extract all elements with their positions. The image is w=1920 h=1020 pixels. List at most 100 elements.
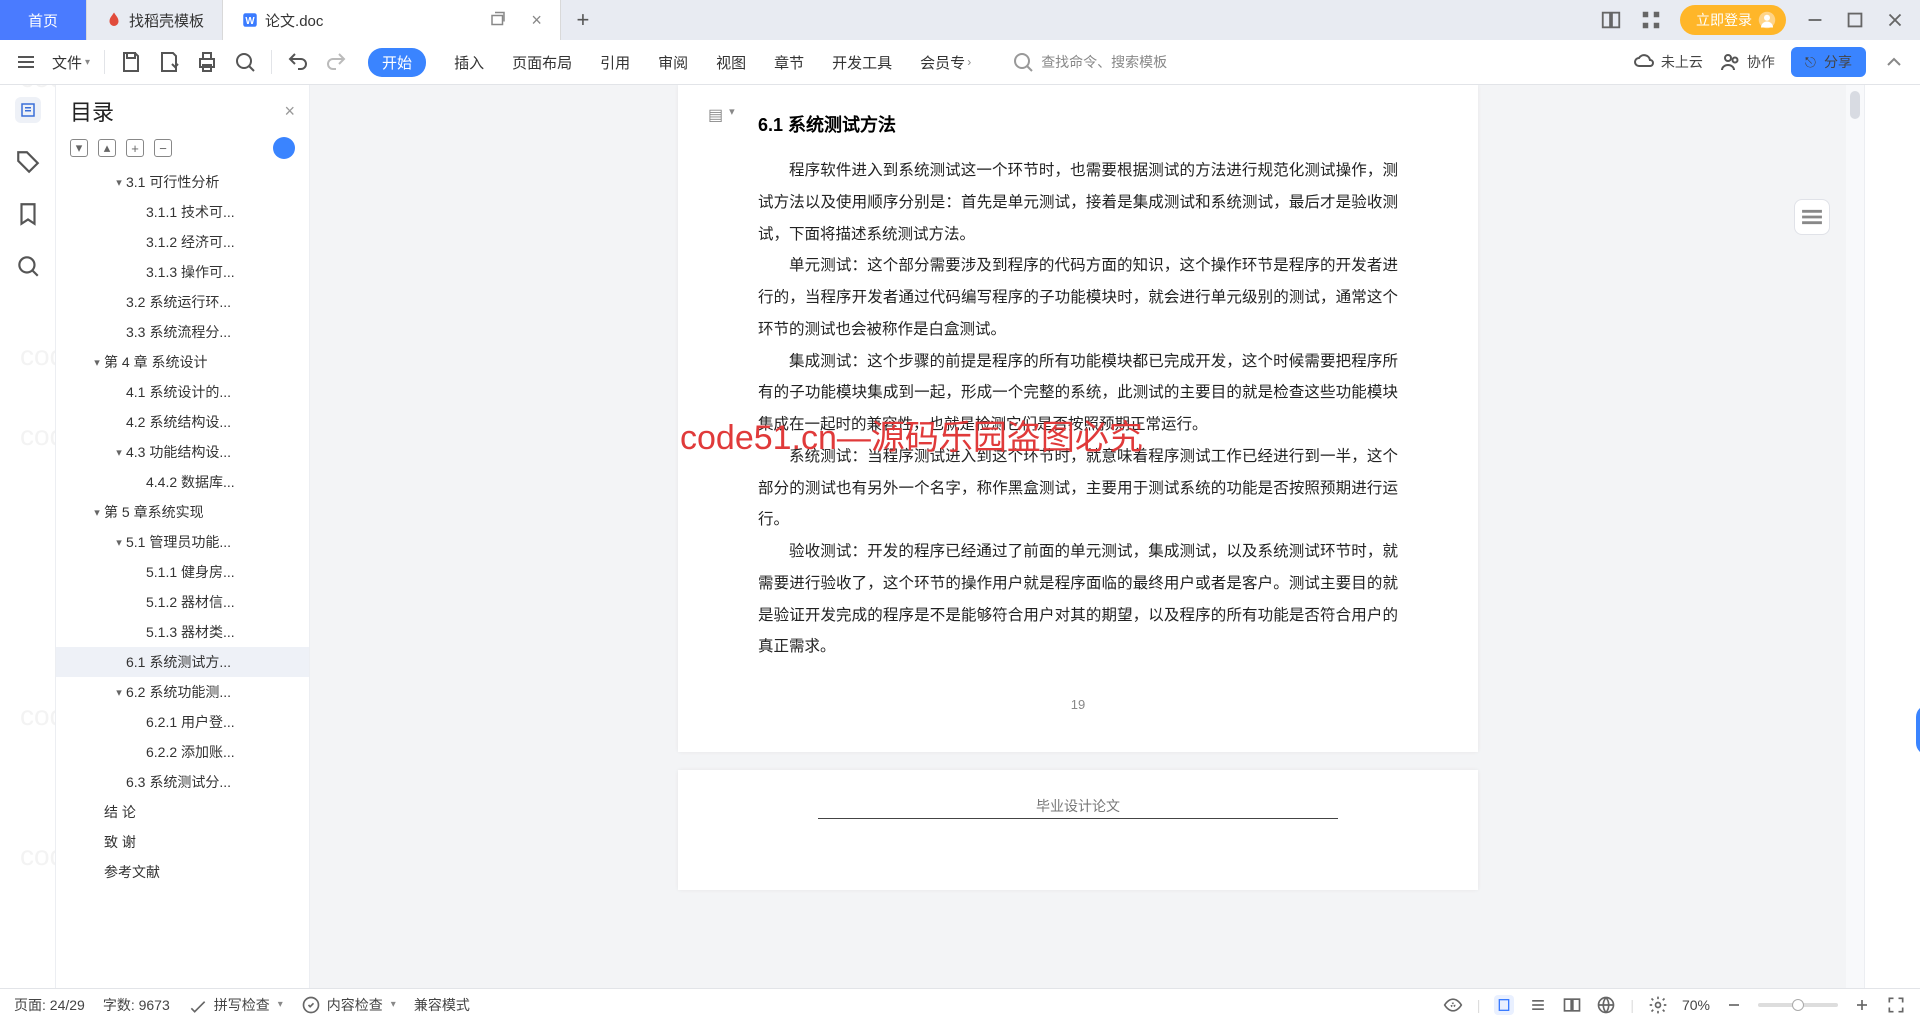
search-icon	[1011, 50, 1035, 74]
menu-devtools[interactable]: 开发工具	[832, 52, 892, 73]
coop-button[interactable]: 协作	[1719, 50, 1775, 74]
rail-search-icon[interactable]	[15, 253, 41, 279]
toc-item[interactable]: ▾第 5 章系统实现	[56, 497, 309, 527]
toc-item[interactable]: 结 论	[56, 797, 309, 827]
status-spellcheck[interactable]: 拼写检查▾	[188, 995, 283, 1015]
tab-template[interactable]: 找稻壳模板	[87, 0, 223, 40]
side-handle[interactable]	[1916, 705, 1920, 755]
eye-icon[interactable]	[1443, 995, 1463, 1015]
toc-item[interactable]: 3.1.2 经济可...	[56, 227, 309, 257]
cloud-status[interactable]: 未上云	[1633, 50, 1703, 74]
view-web-icon[interactable]	[1596, 995, 1616, 1015]
menu-member[interactable]: 会员专›	[920, 52, 971, 73]
remove-item-icon[interactable]: −	[154, 139, 172, 157]
menu-chapter[interactable]: 章节	[774, 52, 804, 73]
toc-item[interactable]: 参考文献	[56, 857, 309, 887]
tab-document[interactable]: W 论文.doc ×	[223, 0, 561, 40]
fullscreen-icon[interactable]	[1886, 995, 1906, 1015]
toc-list[interactable]: ▾3.1 可行性分析 3.1.1 技术可... 3.1.2 经济可... 3.1…	[56, 167, 309, 988]
redo-icon[interactable]	[324, 50, 348, 74]
rail-tag-icon[interactable]	[15, 149, 41, 175]
undo-icon[interactable]	[286, 50, 310, 74]
apps-icon[interactable]	[1640, 9, 1662, 31]
close-icon[interactable]: ×	[531, 10, 542, 31]
menu-reference[interactable]: 引用	[600, 52, 630, 73]
view-read-icon[interactable]	[1562, 995, 1582, 1015]
tab-home[interactable]: 首页	[0, 0, 87, 40]
toc-item-label: 3.3 系统流程分...	[126, 322, 231, 342]
layout-icon[interactable]	[1600, 9, 1622, 31]
menu-start[interactable]: 开始	[368, 48, 426, 77]
settings-gear-icon[interactable]	[1648, 995, 1668, 1015]
save-as-icon[interactable]	[157, 50, 181, 74]
toc-item[interactable]: 4.2 系统结构设...	[56, 407, 309, 437]
toc-item[interactable]: ▾6.2 系统功能测...	[56, 677, 309, 707]
sidebar-close-icon[interactable]: ×	[284, 101, 295, 122]
toc-item[interactable]: 3.3 系统流程分...	[56, 317, 309, 347]
toc-item[interactable]: 3.2 系统运行环...	[56, 287, 309, 317]
status-words[interactable]: 字数: 9673	[103, 995, 170, 1015]
doc-heading: 6.1 系统测试方法	[758, 111, 1398, 137]
ai-assist-icon[interactable]	[273, 137, 295, 159]
zoom-in-icon[interactable]	[1852, 995, 1872, 1015]
tab-add[interactable]: +	[561, 0, 605, 40]
collapse-all-icon[interactable]: ▾	[70, 139, 88, 157]
window-maximize-icon[interactable]	[1844, 9, 1866, 31]
toc-item[interactable]: 5.1.2 器材信...	[56, 587, 309, 617]
toc-item[interactable]: 6.3 系统测试分...	[56, 767, 309, 797]
toc-item[interactable]: 5.1.3 器材类...	[56, 617, 309, 647]
toc-item[interactable]: 4.1 系统设计的...	[56, 377, 309, 407]
toc-item[interactable]: 6.2.1 用户登...	[56, 707, 309, 737]
window-close-icon[interactable]	[1884, 9, 1906, 31]
menu-review[interactable]: 审阅	[658, 52, 688, 73]
print-icon[interactable]	[195, 50, 219, 74]
toc-item[interactable]: 3.1.3 操作可...	[56, 257, 309, 287]
menu-insert[interactable]: 插入	[454, 52, 484, 73]
zoom-out-icon[interactable]	[1724, 995, 1744, 1015]
view-page-icon[interactable]	[1494, 995, 1514, 1015]
chevron-up-icon[interactable]	[1882, 50, 1906, 74]
toc-item[interactable]: 3.1.1 技术可...	[56, 197, 309, 227]
toc-item[interactable]: ▾5.1 管理员功能...	[56, 527, 309, 557]
toc-item-label: 4.4.2 数据库...	[146, 472, 235, 492]
toc-item[interactable]: 6.2.2 添加账...	[56, 737, 309, 767]
toc-item[interactable]: 5.1.1 健身房...	[56, 557, 309, 587]
save-icon[interactable]	[119, 50, 143, 74]
toc-item[interactable]: 4.4.2 数据库...	[56, 467, 309, 497]
scroll-thumb[interactable]	[1850, 91, 1860, 119]
toc-item[interactable]: ▾4.3 功能结构设...	[56, 437, 309, 467]
page-header-controls[interactable]: ▤▾	[708, 105, 735, 125]
toc-item[interactable]: ▾第 4 章 系统设计	[56, 347, 309, 377]
file-menu[interactable]: 文件▾	[52, 52, 90, 73]
rail-bookmark-icon[interactable]	[15, 201, 41, 227]
menu-view[interactable]: 视图	[716, 52, 746, 73]
word-doc-icon: W	[241, 11, 259, 29]
document-viewport[interactable]: ▤▾ 6.1 系统测试方法 程序软件进入到系统测试这一个环节时，也需要根据测试的…	[310, 85, 1846, 988]
status-contentcheck[interactable]: 内容检查▾	[301, 995, 396, 1015]
sidebar: 目录 × ▾ ▴ + − ▾3.1 可行性分析 3.1.1 技术可... 3.1…	[56, 85, 310, 988]
share-button[interactable]: ⎋分享	[1791, 47, 1866, 77]
popout-icon[interactable]	[489, 11, 507, 29]
window-minimize-icon[interactable]	[1804, 9, 1826, 31]
zoom-value[interactable]: 70%	[1682, 997, 1710, 1013]
doc-p4: 系统测试：当程序测试进入到这个环节时，就意味着程序测试工作已经进行到一半，这个部…	[758, 441, 1398, 536]
login-button[interactable]: 立即登录	[1680, 5, 1786, 35]
menu-page-layout[interactable]: 页面布局	[512, 52, 572, 73]
add-item-icon[interactable]: +	[126, 139, 144, 157]
scrollbar[interactable]	[1846, 85, 1864, 988]
rail-outline-icon[interactable]	[15, 97, 41, 123]
doc-p5: 验收测试：开发的程序已经通过了前面的单元测试，集成测试，以及系统测试环节时，就需…	[758, 536, 1398, 663]
status-compat[interactable]: 兼容模式	[414, 995, 470, 1015]
toc-item[interactable]: ▾3.1 可行性分析	[56, 167, 309, 197]
expand-all-icon[interactable]: ▴	[98, 139, 116, 157]
toc-item[interactable]: 致 谢	[56, 827, 309, 857]
status-page[interactable]: 页面: 24/29	[14, 995, 85, 1015]
hamburger-icon[interactable]	[14, 50, 38, 74]
floating-menu-button[interactable]	[1794, 199, 1830, 235]
zoom-slider[interactable]	[1758, 1003, 1838, 1007]
page-number: 19	[758, 697, 1398, 712]
command-search[interactable]: 查找命令、搜索模板	[1011, 50, 1167, 74]
preview-icon[interactable]	[233, 50, 257, 74]
view-outline-icon[interactable]	[1528, 995, 1548, 1015]
toc-item[interactable]: 6.1 系统测试方...	[56, 647, 309, 677]
